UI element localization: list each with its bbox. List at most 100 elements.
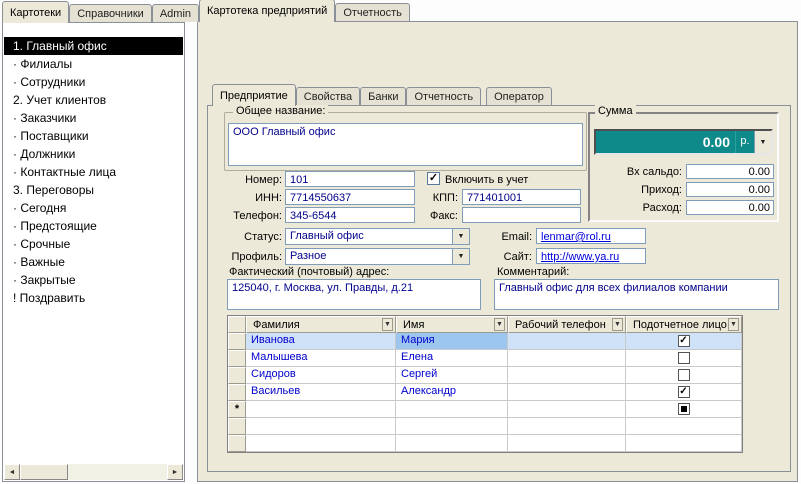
- chevron-down-icon[interactable]: ▼: [452, 249, 469, 264]
- grid-cell-accountable[interactable]: [626, 350, 742, 367]
- grid-cell-name[interactable]: Александр: [396, 384, 508, 401]
- phone-field[interactable]: 345-6544: [285, 207, 415, 223]
- scrollbar-track[interactable]: [68, 464, 167, 480]
- table-row: Малышева Елена: [228, 350, 742, 367]
- chevron-down-icon[interactable]: ▼: [612, 318, 623, 331]
- left-tabstrip: Картотеки Справочники Admin: [2, 1, 200, 23]
- fax-field[interactable]: [462, 207, 581, 223]
- grid-cell-surname[interactable]: Малышева: [246, 350, 396, 367]
- grid-cell-surname[interactable]: Иванова: [246, 333, 396, 350]
- tab-reports[interactable]: Отчетность: [406, 87, 482, 105]
- tree-item[interactable]: · Важные: [4, 253, 183, 271]
- site-link[interactable]: http://www.ya.ru: [541, 251, 619, 263]
- scrollbar-thumb[interactable]: [20, 464, 68, 480]
- accountable-checkbox[interactable]: ✓: [677, 335, 690, 347]
- grid-cell-accountable[interactable]: ✓: [626, 384, 742, 401]
- row-selector[interactable]: [228, 367, 246, 384]
- column-header-accountable[interactable]: Подотчетное лицо ▼: [626, 316, 742, 333]
- grid-cell-phone[interactable]: [508, 367, 626, 384]
- column-header-surname[interactable]: Фамилия ▼: [246, 316, 396, 333]
- grid-cell-surname[interactable]: [246, 401, 396, 418]
- tab-card-files[interactable]: Картотеки: [2, 1, 70, 23]
- tree-item[interactable]: 2. Учет клиентов: [4, 91, 183, 109]
- tab-enterprise[interactable]: Предприятие: [212, 84, 296, 106]
- company-name-field[interactable]: ООО Главный офис: [228, 123, 583, 166]
- grid-cell-phone[interactable]: [508, 384, 626, 401]
- chevron-down-icon[interactable]: ▼: [494, 318, 505, 331]
- kpp-label: КПП:: [432, 192, 458, 204]
- inn-field[interactable]: 7714550637: [285, 189, 415, 205]
- profile-combo[interactable]: Разное ▼: [285, 248, 470, 265]
- expense-label: Расход:: [642, 202, 682, 214]
- income-field[interactable]: 0.00: [686, 182, 774, 197]
- tab-reporting[interactable]: Отчетность: [335, 3, 410, 21]
- tree-item[interactable]: · Поставщики: [4, 127, 183, 145]
- currency-label: р.: [735, 131, 754, 153]
- scroll-left-icon[interactable]: ◄: [4, 464, 20, 480]
- tab-directories[interactable]: Справочники: [69, 4, 152, 22]
- grid-cell-phone[interactable]: [508, 350, 626, 367]
- tree-item[interactable]: · Контактные лица: [4, 163, 183, 181]
- chevron-down-icon[interactable]: ▼: [382, 318, 393, 331]
- column-header-work-phone[interactable]: Рабочий телефон ▼: [508, 316, 626, 333]
- include-checkbox[interactable]: ✓: [427, 172, 440, 185]
- grid-cell-name[interactable]: Елена: [396, 350, 508, 367]
- grid-cell-accountable[interactable]: ✓: [626, 333, 742, 350]
- tab-operator[interactable]: Оператор: [486, 87, 552, 105]
- tree-item[interactable]: 3. Переговоры: [4, 181, 183, 199]
- horizontal-scrollbar[interactable]: ◄ ►: [4, 464, 183, 480]
- grid-cell-empty: [626, 418, 742, 435]
- tree-item[interactable]: · Заказчики: [4, 109, 183, 127]
- site-label: Сайт:: [503, 251, 532, 263]
- accountable-checkbox[interactable]: [677, 352, 690, 364]
- grid-cell-name[interactable]: [396, 401, 508, 418]
- grid-cell-accountable[interactable]: [626, 401, 742, 418]
- new-row-selector[interactable]: *: [228, 401, 246, 418]
- chevron-down-icon[interactable]: ▼: [728, 318, 739, 331]
- address-field[interactable]: 125040, г. Москва, ул. Правды, д.21: [227, 279, 481, 310]
- detail-tabstrip: Предприятие Свойства Банки Отчетность Оп…: [212, 84, 552, 106]
- grid-cell-name-current[interactable]: Мария: [396, 333, 508, 350]
- tree-item[interactable]: · Предстоящие: [4, 217, 183, 235]
- scroll-right-icon[interactable]: ►: [167, 464, 183, 480]
- number-field[interactable]: 101: [285, 171, 415, 187]
- comment-field[interactable]: Главный офис для всех филиалов компании: [494, 279, 779, 310]
- grid-cell-name[interactable]: Сергей: [396, 367, 508, 384]
- grid-cell-phone[interactable]: [508, 333, 626, 350]
- accountable-checkbox[interactable]: ✓: [677, 386, 690, 398]
- tree-item[interactable]: · Срочные: [4, 235, 183, 253]
- grid-cell-surname[interactable]: Васильев: [246, 384, 396, 401]
- accountable-checkbox[interactable]: [677, 369, 690, 381]
- status-combo[interactable]: Главный офис ▼: [285, 228, 470, 245]
- opening-balance-field[interactable]: 0.00: [686, 164, 774, 179]
- grid-cell-accountable[interactable]: [626, 367, 742, 384]
- status-label: Статус:: [244, 231, 282, 243]
- tree-item[interactable]: · Сегодня: [4, 199, 183, 217]
- column-header-name[interactable]: Имя ▼: [396, 316, 508, 333]
- accountable-checkbox[interactable]: [677, 403, 690, 415]
- kpp-field[interactable]: 771401001: [462, 189, 581, 205]
- tree-item[interactable]: · Филиалы: [4, 55, 183, 73]
- tab-admin[interactable]: Admin: [151, 4, 200, 22]
- grid-cell-phone[interactable]: [508, 401, 626, 418]
- expense-field[interactable]: 0.00: [686, 200, 774, 215]
- column-header-label: Подотчетное лицо: [633, 318, 727, 331]
- tab-banks[interactable]: Банки: [360, 87, 407, 105]
- number-label: Номер:: [245, 174, 282, 186]
- tab-enterprise-cards[interactable]: Картотека предприятий: [199, 0, 336, 22]
- grid-cell-surname[interactable]: Сидоров: [246, 367, 396, 384]
- row-selector[interactable]: [228, 333, 246, 350]
- tree-item-main-office[interactable]: 1. Главный офис: [4, 37, 183, 55]
- tree-item[interactable]: ! Поздравить: [4, 289, 183, 307]
- row-selector[interactable]: [228, 384, 246, 401]
- row-selector[interactable]: [228, 350, 246, 367]
- email-link[interactable]: lenmar@rol.ru: [541, 231, 611, 243]
- tree-item[interactable]: · Закрытые: [4, 271, 183, 289]
- grid-corner-cell[interactable]: [228, 316, 246, 333]
- chevron-down-icon[interactable]: ▼: [452, 229, 469, 244]
- tree-item[interactable]: · Сотрудники: [4, 73, 183, 91]
- tree-item[interactable]: · Должники: [4, 145, 183, 163]
- address-label: Фактический (почтовый) адрес:: [229, 266, 390, 278]
- tab-properties[interactable]: Свойства: [295, 87, 361, 105]
- chevron-down-icon[interactable]: ▼: [754, 131, 771, 153]
